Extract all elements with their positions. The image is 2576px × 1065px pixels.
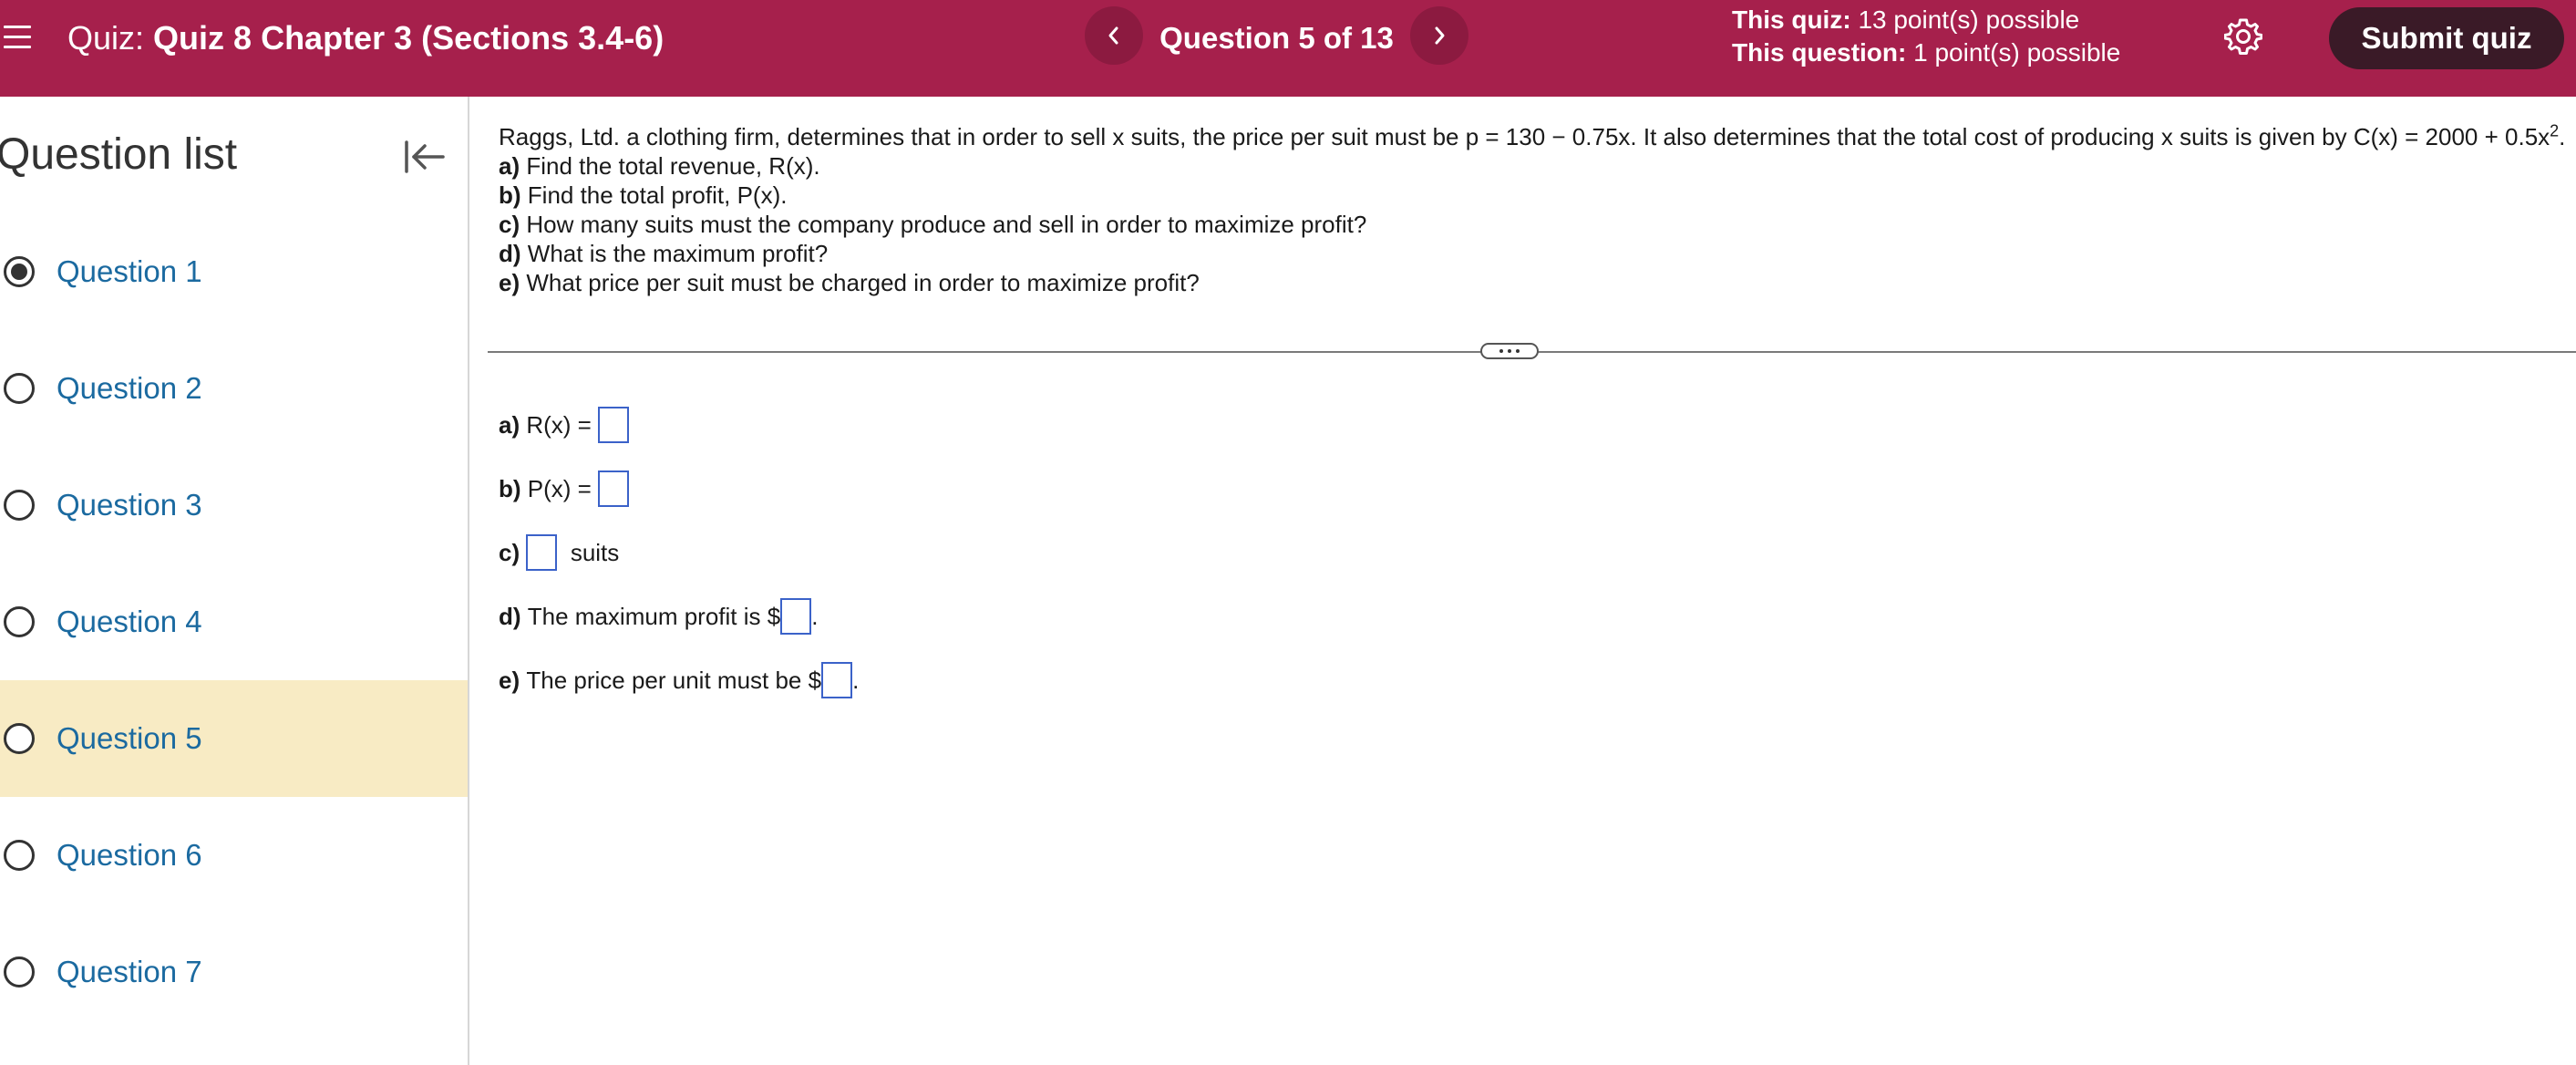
answer-e-input[interactable] (821, 662, 853, 698)
ellipsis-icon (1508, 349, 1511, 353)
sidebar-item-label: Question 7 (57, 955, 202, 988)
answer-row-e: e) The price per unit must be $. (499, 662, 859, 698)
ellipsis-icon (1516, 349, 1520, 353)
sidebar-item-label: Question 4 (57, 605, 202, 638)
pane-resize-handle[interactable] (1480, 343, 1539, 359)
sidebar-item-question-1[interactable]: Question 1 (0, 213, 468, 330)
answer-label: The maximum profit is $ (527, 603, 781, 630)
question-part-c: c) How many suits must the company produ… (499, 210, 2565, 239)
sidebar-item-question-4[interactable]: Question 4 (0, 564, 468, 680)
chevron-right-icon (1435, 26, 1445, 45)
part-text: What price per suit must be charged in o… (526, 269, 1200, 296)
sidebar-item-question-5[interactable]: Question 5 (0, 680, 468, 797)
answer-end: . (811, 603, 819, 630)
radio-answered-icon (4, 256, 35, 287)
radio-icon (4, 373, 35, 404)
answer-b-input[interactable] (598, 470, 630, 507)
sidebar-item-label: Question 5 (57, 721, 202, 755)
sidebar-item-question-7[interactable]: Question 7 (0, 914, 468, 1030)
part-letter: c) (499, 211, 520, 238)
answer-c-input[interactable] (526, 534, 558, 571)
radio-icon (4, 956, 35, 987)
question-part-b: b) Find the total profit, P(x). (499, 181, 2565, 210)
answer-row-c: c) suits (499, 534, 619, 571)
collapse-left-icon[interactable] (401, 133, 448, 181)
part-letter: d) (499, 240, 521, 267)
radio-icon (4, 606, 35, 637)
question-counter: Question 5 of 13 (1159, 21, 1394, 55)
answer-d-input[interactable] (780, 598, 812, 635)
question-stem: Raggs, Ltd. a clothing firm, determines … (499, 122, 2565, 297)
ellipsis-icon (1499, 349, 1503, 353)
answer-row-b: b) P(x) = (499, 470, 630, 507)
question-part-a: a) Find the total revenue, R(x). (499, 151, 2565, 181)
answer-letter: a) (499, 411, 520, 439)
answer-suffix: suits (570, 539, 620, 566)
quiz-title: Quiz: Quiz 8 Chapter 3 (Sections 3.4-6) (67, 18, 664, 58)
part-letter: a) (499, 152, 520, 180)
intro-text: Raggs, Ltd. a clothing firm, determines … (499, 123, 2550, 150)
quiz-name: Quiz 8 Chapter 3 (Sections 3.4-6) (153, 19, 665, 57)
quiz-points: This quiz: 13 point(s) possible (1732, 4, 2120, 36)
intro-end: . (2559, 123, 2566, 150)
answer-letter: d) (499, 603, 521, 630)
quiz-points-value: 13 point(s) possible (1858, 5, 2080, 34)
answer-a-input[interactable] (598, 407, 630, 443)
previous-question-button[interactable] (1085, 6, 1143, 65)
answer-letter: c) (499, 539, 520, 566)
answer-row-a: a) R(x) = (499, 407, 630, 443)
radio-icon (4, 490, 35, 521)
part-text: Find the total revenue, R(x). (526, 152, 820, 180)
part-text: What is the maximum profit? (527, 240, 829, 267)
gear-icon[interactable] (2224, 16, 2262, 55)
question-intro: Raggs, Ltd. a clothing firm, determines … (499, 122, 2565, 151)
chevron-left-icon (1108, 26, 1118, 45)
sidebar-item-question-2[interactable]: Question 2 (0, 330, 468, 447)
question-part-d: d) What is the maximum profit? (499, 239, 2565, 268)
question-list-sidebar: Question list Question 1 Question 2 Ques… (0, 97, 469, 1065)
quiz-points-label: This quiz: (1732, 5, 1851, 34)
answer-letter: b) (499, 475, 521, 502)
sidebar-item-label: Question 2 (57, 371, 202, 405)
menu-icon[interactable] (4, 24, 33, 51)
answer-letter: e) (499, 667, 520, 694)
question-points-label: This question: (1732, 38, 1907, 67)
radio-icon (4, 723, 35, 754)
answer-end: . (852, 667, 860, 694)
question-points: This question: 1 point(s) possible (1732, 36, 2120, 69)
question-part-e: e) What price per suit must be charged i… (499, 268, 2565, 297)
sidebar-item-label: Question 1 (57, 254, 202, 288)
top-bar: Quiz: Quiz 8 Chapter 3 (Sections 3.4-6) … (0, 0, 2576, 97)
part-text: Find the total profit, P(x). (527, 181, 788, 209)
points-info: This quiz: 13 point(s) possible This que… (1732, 4, 2120, 69)
sidebar-item-question-3[interactable]: Question 3 (0, 447, 468, 564)
answer-label: P(x) = (527, 475, 592, 502)
sidebar-item-label: Question 6 (57, 838, 202, 872)
part-letter: b) (499, 181, 521, 209)
submit-quiz-button[interactable]: Submit quiz (2329, 7, 2564, 69)
quiz-prefix: Quiz: (67, 19, 145, 57)
question-points-value: 1 point(s) possible (1913, 38, 2121, 67)
sidebar-item-label: Question 3 (57, 488, 202, 522)
radio-icon (4, 840, 35, 871)
answer-row-d: d) The maximum profit is $. (499, 598, 818, 635)
answer-label: R(x) = (526, 411, 592, 439)
answer-label: The price per unit must be $ (526, 667, 822, 694)
exponent: 2 (2550, 121, 2560, 140)
part-letter: e) (499, 269, 520, 296)
next-question-button[interactable] (1410, 6, 1468, 65)
sidebar-title: Question list (0, 130, 238, 179)
part-text: How many suits must the company produce … (526, 211, 1367, 238)
sidebar-item-question-6[interactable]: Question 6 (0, 797, 468, 914)
